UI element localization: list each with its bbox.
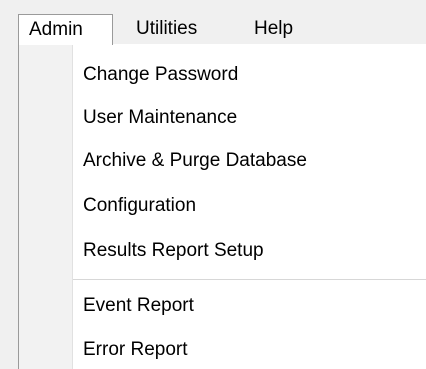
menu-item-user-maintenance[interactable]: User Maintenance (83, 106, 237, 130)
menu-item-results-report-setup[interactable]: Results Report Setup (83, 239, 264, 263)
menu-item-change-password[interactable]: Change Password (83, 63, 238, 87)
menu-item-error-report[interactable]: Error Report (83, 338, 188, 362)
menu-item-event-report[interactable]: Event Report (83, 294, 194, 318)
menu-item-configuration[interactable]: Configuration (83, 194, 196, 218)
admin-dropdown-menu: Change Password User Maintenance Archive… (18, 44, 426, 369)
menu-utilities[interactable]: Utilities (136, 14, 197, 44)
menu-admin[interactable]: Admin (18, 14, 113, 45)
menu-separator (73, 279, 426, 280)
application-window: Admin Utilities Help Change Password Use… (0, 0, 426, 369)
menu-help[interactable]: Help (254, 14, 293, 44)
menu-icon-gutter (19, 44, 73, 369)
menu-item-archive-purge-database[interactable]: Archive & Purge Database (83, 149, 307, 173)
menu-bar: Admin Utilities Help (0, 0, 426, 45)
